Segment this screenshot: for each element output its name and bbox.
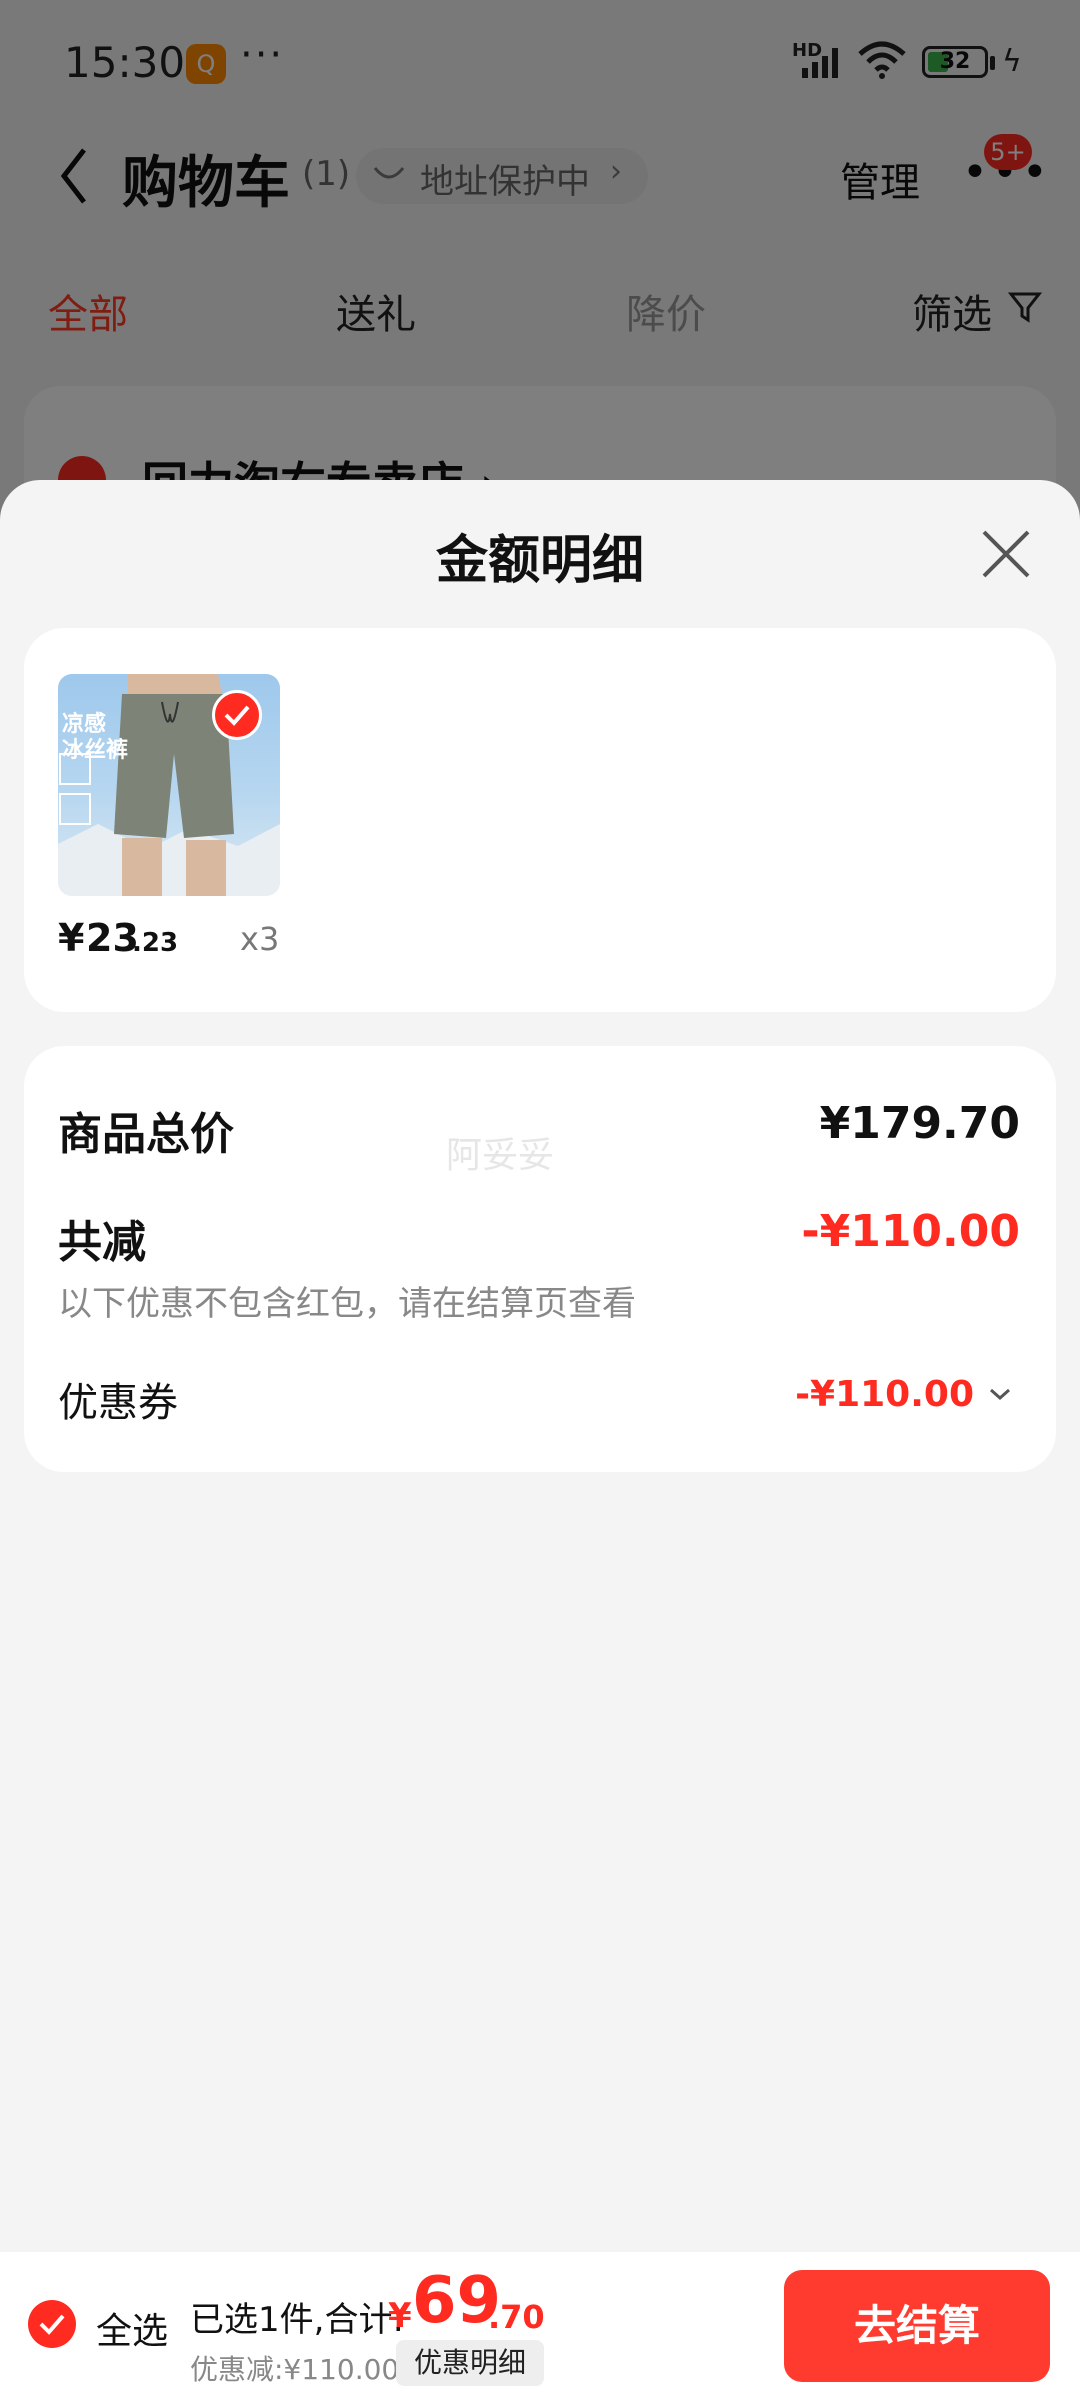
product-selected-check[interactable]	[212, 690, 262, 740]
discount-note: 以下优惠不包含红包，请在结算页查看	[58, 1284, 636, 1324]
chevron-down-icon[interactable]	[988, 1386, 1012, 1402]
coupon-label: 优惠券	[58, 1380, 178, 1426]
close-icon[interactable]	[980, 528, 1032, 580]
bottom-discount-text: 优惠减:¥110.00	[190, 2353, 400, 2386]
price-integer: 23	[86, 916, 139, 960]
price-decimal: .23	[132, 928, 179, 958]
checkout-button[interactable]: 去结算	[784, 2270, 1050, 2382]
product-quantity: x3	[240, 920, 280, 958]
select-all-checkbox[interactable]	[28, 2300, 76, 2348]
price-currency: ¥	[58, 916, 85, 960]
discount-value: -¥110.00	[801, 1206, 1020, 1257]
total-price-value: ¥179.70	[819, 1098, 1020, 1149]
select-all-label[interactable]: 全选	[96, 2302, 168, 2354]
sheet-title: 金额明细	[435, 531, 644, 591]
thumb-caption-2: 冰丝裤	[62, 738, 129, 763]
total-currency: ¥	[388, 2296, 412, 2336]
checkmark-icon	[224, 705, 250, 726]
total-prefix: 已选1件,合计:	[190, 2300, 404, 2340]
coupon-value[interactable]: -¥110.00	[795, 1374, 974, 1415]
discount-detail-chip[interactable]: 优惠明细	[396, 2340, 545, 2386]
total-price-label: 商品总价	[58, 1109, 234, 1160]
discount-label: 共减	[58, 1217, 146, 1268]
checkmark-icon	[39, 2314, 65, 2335]
total-decimal: .70	[488, 2298, 545, 2336]
watermark: 阿妥妥	[446, 1135, 555, 1176]
